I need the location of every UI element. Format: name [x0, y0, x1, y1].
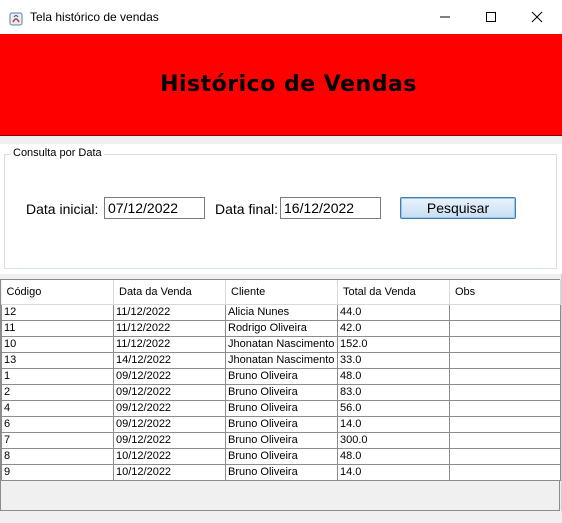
table-row[interactable]: 2 09/12/2022 Bruno Oliveira 83.0 [1, 384, 561, 401]
table-cell[interactable] [449, 336, 561, 353]
table-cell[interactable]: 300.0 [337, 432, 450, 449]
bottom-strip [0, 511, 562, 523]
java-app-icon [9, 11, 23, 26]
table-cell[interactable]: Alicia Nunes [225, 304, 338, 321]
vendas-table: Código Data da Venda Cliente Total da Ve… [1, 280, 561, 481]
table-row[interactable]: 4 09/12/2022 Bruno Oliveira 56.0 [1, 400, 561, 417]
table-cell[interactable]: Bruno Oliveira [225, 432, 338, 449]
table-cell[interactable]: Bruno Oliveira [225, 416, 338, 433]
table-cell[interactable]: 7 [1, 432, 114, 449]
data-final-label: Data final: [215, 201, 279, 217]
table-cell[interactable] [449, 384, 561, 401]
table-cell[interactable]: Jhonatan Nascimento [225, 336, 338, 353]
table-cell[interactable]: 09/12/2022 [113, 384, 226, 401]
table-row[interactable]: 6 09/12/2022 Bruno Oliveira 14.0 [1, 416, 561, 433]
table-cell[interactable]: 10/12/2022 [113, 464, 226, 481]
table-cell[interactable] [449, 416, 561, 433]
table-row[interactable]: 7 09/12/2022 Bruno Oliveira 300.0 [1, 432, 561, 449]
column-header-total-venda[interactable]: Total da Venda [337, 280, 450, 305]
table-cell[interactable]: 4 [1, 400, 114, 417]
table-cell[interactable]: 8 [1, 448, 114, 465]
table-cell[interactable]: Jhonatan Nascimento [225, 352, 338, 369]
table-cell[interactable]: 09/12/2022 [113, 368, 226, 385]
table-cell[interactable]: 2 [1, 384, 114, 401]
table-cell[interactable]: Rodrigo Oliveira [225, 320, 338, 337]
table-cell[interactable]: 42.0 [337, 320, 450, 337]
window-title: Tela histórico de vendas [30, 10, 159, 24]
column-header-codigo[interactable]: Código [1, 280, 114, 305]
vendas-table-container[interactable]: Código Data da Venda Cliente Total da Ve… [0, 279, 561, 511]
table-cell[interactable]: 152.0 [337, 336, 450, 353]
table-cell[interactable]: 83.0 [337, 384, 450, 401]
table-cell[interactable]: 09/12/2022 [113, 432, 226, 449]
table-cell[interactable]: 48.0 [337, 368, 450, 385]
column-header-cliente[interactable]: Cliente [225, 280, 338, 305]
table-row[interactable]: 13 14/12/2022 Jhonatan Nascimento 33.0 [1, 352, 561, 369]
table-body: 12 11/12/2022 Alicia Nunes 44.0 11 11/12/2022… [1, 304, 561, 481]
page-title: Histórico de Vendas [160, 72, 417, 97]
table-cell[interactable]: 11/12/2022 [113, 320, 226, 337]
maximize-icon [486, 12, 496, 22]
table-cell[interactable]: 10 [1, 336, 114, 353]
table-row[interactable]: 9 10/12/2022 Bruno Oliveira 14.0 [1, 464, 561, 481]
table-cell[interactable]: 09/12/2022 [113, 400, 226, 417]
table-row[interactable]: 8 10/12/2022 Bruno Oliveira 48.0 [1, 448, 561, 465]
table-row[interactable]: 10 11/12/2022 Jhonatan Nascimento 152.0 [1, 336, 561, 353]
table-cell[interactable]: 56.0 [337, 400, 450, 417]
table-cell[interactable]: 11 [1, 320, 114, 337]
table-cell[interactable]: 11/12/2022 [113, 336, 226, 353]
table-cell[interactable]: Bruno Oliveira [225, 384, 338, 401]
table-cell[interactable]: 6 [1, 416, 114, 433]
column-header-obs[interactable]: Obs [449, 280, 561, 305]
table-cell[interactable]: Bruno Oliveira [225, 464, 338, 481]
data-inicial-field[interactable]: 07/12/2022 [104, 197, 205, 219]
minimize-icon [440, 16, 450, 18]
close-icon [531, 11, 543, 23]
table-cell[interactable] [449, 448, 561, 465]
data-final-field[interactable]: 16/12/2022 [280, 197, 381, 219]
table-cell[interactable]: 09/12/2022 [113, 416, 226, 433]
table-cell[interactable]: 14.0 [337, 416, 450, 433]
pesquisar-button[interactable]: Pesquisar [400, 197, 516, 219]
table-cell[interactable]: 1 [1, 368, 114, 385]
table-cell[interactable]: 33.0 [337, 352, 450, 369]
table-cell[interactable]: Bruno Oliveira [225, 400, 338, 417]
table-cell[interactable]: 14.0 [337, 464, 450, 481]
table-cell[interactable] [449, 368, 561, 385]
column-header-data-venda[interactable]: Data da Venda [113, 280, 226, 305]
table-cell[interactable]: 11/12/2022 [113, 304, 226, 321]
table-cell[interactable] [449, 464, 561, 481]
minimize-button[interactable] [422, 0, 468, 34]
data-inicial-label: Data inicial: [26, 201, 99, 217]
table-cell[interactable]: 48.0 [337, 448, 450, 465]
table-cell[interactable]: Bruno Oliveira [225, 368, 338, 385]
table-cell[interactable] [449, 432, 561, 449]
table-cell[interactable]: 13 [1, 352, 114, 369]
app-window: Tela histórico de vendas Histórico de Ve… [0, 0, 562, 523]
table-row[interactable]: 1 09/12/2022 Bruno Oliveira 48.0 [1, 368, 561, 385]
table-cell[interactable] [449, 400, 561, 417]
table-cell[interactable] [449, 320, 561, 337]
table-cell[interactable] [449, 352, 561, 369]
title-bar[interactable]: Tela histórico de vendas [0, 0, 562, 34]
table-row[interactable]: 12 11/12/2022 Alicia Nunes 44.0 [1, 304, 561, 321]
table-cell[interactable]: 14/12/2022 [113, 352, 226, 369]
separator [0, 136, 562, 144]
table-cell[interactable]: Bruno Oliveira [225, 448, 338, 465]
table-header-row: Código Data da Venda Cliente Total da Ve… [1, 280, 561, 305]
table-cell[interactable]: 10/12/2022 [113, 448, 226, 465]
table-cell[interactable]: 44.0 [337, 304, 450, 321]
consulta-legend: Consulta por Data [11, 147, 104, 159]
close-button[interactable] [514, 0, 560, 34]
maximize-button[interactable] [468, 0, 514, 34]
table-cell[interactable]: 9 [1, 464, 114, 481]
table-row[interactable]: 11 11/12/2022 Rodrigo Oliveira 42.0 [1, 320, 561, 337]
table-cell[interactable]: 12 [1, 304, 114, 321]
table-cell[interactable] [449, 304, 561, 321]
